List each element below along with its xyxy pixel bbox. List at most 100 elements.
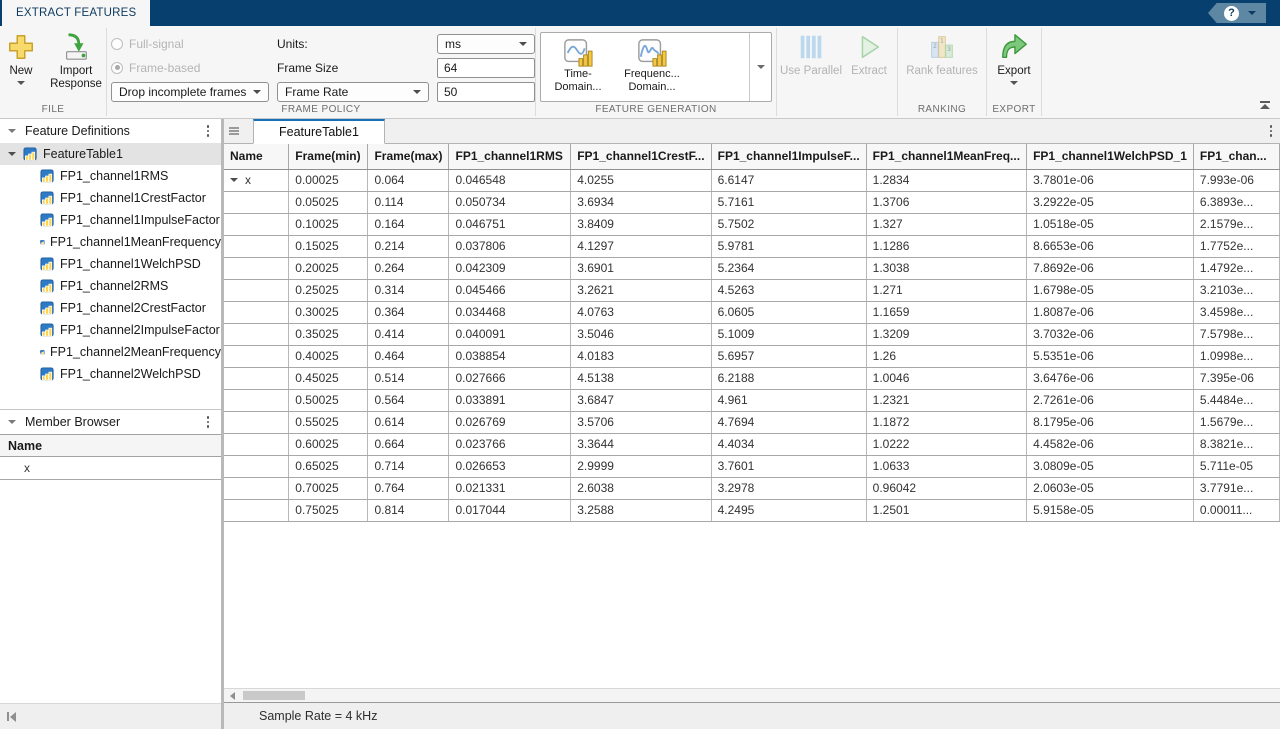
row-expander-icon[interactable] (230, 178, 238, 182)
table-cell[interactable] (224, 301, 289, 323)
table-cell[interactable]: 1.8087e-06 (1027, 301, 1194, 323)
table-cell[interactable]: 1.5679e... (1193, 411, 1279, 433)
column-header[interactable]: FP1_channel1ImpulseF... (711, 144, 866, 169)
table-cell[interactable]: 1.2321 (866, 389, 1026, 411)
table-cell[interactable]: 7.993e-06 (1193, 169, 1279, 191)
table-cell[interactable]: 0.714 (368, 455, 449, 477)
tree-expander-icon[interactable] (8, 152, 16, 156)
table-cell[interactable]: 0.50025 (289, 389, 368, 411)
table-cell[interactable]: 0.314 (368, 279, 449, 301)
tree-item[interactable]: FP1_channel2MeanFrequency (0, 341, 221, 363)
table-cell[interactable] (224, 213, 289, 235)
table-cell[interactable]: 0.026653 (449, 455, 571, 477)
table-cell[interactable]: 0.15025 (289, 235, 368, 257)
table-cell[interactable]: 0.764 (368, 477, 449, 499)
table-cell[interactable]: 1.3209 (866, 323, 1026, 345)
table-cell[interactable]: 0.35025 (289, 323, 368, 345)
table-cell[interactable]: 2.9999 (571, 455, 711, 477)
table-cell[interactable]: 0.364 (368, 301, 449, 323)
member-browser-header[interactable]: Member Browser (0, 410, 221, 434)
table-cell[interactable]: 4.5138 (571, 367, 711, 389)
table-cell[interactable]: 4.7694 (711, 411, 866, 433)
table-cell[interactable]: 1.1872 (866, 411, 1026, 433)
table-cell[interactable]: 3.2978 (711, 477, 866, 499)
table-cell[interactable]: 5.4484e... (1193, 389, 1279, 411)
drop-incomplete-frames-select[interactable]: Drop incomplete frames (111, 82, 269, 102)
table-cell[interactable]: 1.1286 (866, 235, 1026, 257)
frame-rate-input[interactable] (437, 82, 535, 102)
collapse-panel-button[interactable] (7, 712, 16, 722)
table-cell[interactable]: 3.4598e... (1193, 301, 1279, 323)
table-cell[interactable]: 5.9158e-05 (1027, 499, 1194, 521)
tree-item[interactable]: FP1_channel2RMS (0, 275, 221, 297)
table-cell[interactable]: 0.414 (368, 323, 449, 345)
table-cell[interactable]: 4.5263 (711, 279, 866, 301)
column-header[interactable]: FP1_channel1WelchPSD_1 (1027, 144, 1194, 169)
table-cell[interactable]: 7.8692e-06 (1027, 257, 1194, 279)
table-cell[interactable]: 3.2588 (571, 499, 711, 521)
table-cell[interactable]: 0.55025 (289, 411, 368, 433)
table-cell[interactable] (224, 279, 289, 301)
column-header[interactable]: Frame(min) (289, 144, 368, 169)
table-cell[interactable]: 4.4034 (711, 433, 866, 455)
table-cell[interactable]: 0.037806 (449, 235, 571, 257)
column-header[interactable]: Name (224, 144, 289, 169)
table-cell[interactable]: 0.65025 (289, 455, 368, 477)
table-cell[interactable]: 3.0809e-05 (1027, 455, 1194, 477)
table-cell[interactable]: 1.26 (866, 345, 1026, 367)
table-cell[interactable] (224, 257, 289, 279)
table-cell[interactable]: 0.021331 (449, 477, 571, 499)
table-cell[interactable]: 1.327 (866, 213, 1026, 235)
table-cell[interactable]: 1.271 (866, 279, 1026, 301)
frequency-domain-features-button[interactable]: Frequenc... Domain... (615, 33, 689, 101)
tab-extract-features[interactable]: EXTRACT FEATURES (2, 0, 150, 26)
table-cell[interactable] (224, 477, 289, 499)
table-cell[interactable]: 8.1795e-06 (1027, 411, 1194, 433)
table-cell[interactable]: 0.042309 (449, 257, 571, 279)
extract-button[interactable]: Extract (845, 26, 893, 118)
table-cell[interactable] (224, 389, 289, 411)
table-cell[interactable]: 3.2621 (571, 279, 711, 301)
table-cell[interactable] (224, 191, 289, 213)
table-cell[interactable]: 1.6798e-05 (1027, 279, 1194, 301)
member-row[interactable]: x (0, 457, 221, 480)
table-cell[interactable]: 0.038854 (449, 345, 571, 367)
table-cell[interactable]: 3.6934 (571, 191, 711, 213)
table-cell[interactable]: 0.026769 (449, 411, 571, 433)
tree-item[interactable]: FP1_channel1RMS (0, 165, 221, 187)
table-cell[interactable]: 3.5046 (571, 323, 711, 345)
table-cell[interactable]: 6.2188 (711, 367, 866, 389)
table-cell[interactable]: 4.0255 (571, 169, 711, 191)
table-cell[interactable]: 5.9781 (711, 235, 866, 257)
table-cell[interactable]: 4.0183 (571, 345, 711, 367)
table-cell[interactable]: 2.0603e-05 (1027, 477, 1194, 499)
table-cell[interactable]: 0.514 (368, 367, 449, 389)
table-cell[interactable]: 1.0998e... (1193, 345, 1279, 367)
tree-item[interactable]: FP1_channel1WelchPSD (0, 253, 221, 275)
table-cell[interactable]: 1.7752e... (1193, 235, 1279, 257)
table-cell[interactable]: 4.961 (711, 389, 866, 411)
table-cell[interactable]: 0.046751 (449, 213, 571, 235)
table-cell[interactable]: 0.40025 (289, 345, 368, 367)
table-cell[interactable]: 0.614 (368, 411, 449, 433)
table-cell[interactable]: 0.60025 (289, 433, 368, 455)
frame-size-input[interactable] (437, 58, 535, 78)
table-cell[interactable]: 1.0518e-05 (1027, 213, 1194, 235)
table-cell[interactable]: 3.6476e-06 (1027, 367, 1194, 389)
table-cell[interactable]: 5.711e-05 (1193, 455, 1279, 477)
column-header[interactable]: FP1_chan... (1193, 144, 1279, 169)
table-cell[interactable]: 0.70025 (289, 477, 368, 499)
scrollbar-thumb[interactable] (243, 691, 305, 700)
table-cell[interactable]: 0.25025 (289, 279, 368, 301)
gallery-dropdown-button[interactable] (749, 33, 771, 101)
table-cell[interactable]: 0.00011... (1193, 499, 1279, 521)
tree-item[interactable]: FP1_channel1MeanFrequency (0, 231, 221, 253)
table-cell[interactable]: 0.050734 (449, 191, 571, 213)
table-cell[interactable] (224, 345, 289, 367)
table-cell[interactable]: 1.1659 (866, 301, 1026, 323)
doc-tab-featuretable1[interactable]: FeatureTable1 (253, 119, 385, 144)
table-cell[interactable]: 5.7502 (711, 213, 866, 235)
table-cell[interactable]: 0.00025 (289, 169, 368, 191)
tree-item[interactable]: FP1_channel1ImpulseFactor (0, 209, 221, 231)
table-cell[interactable]: 0.040091 (449, 323, 571, 345)
